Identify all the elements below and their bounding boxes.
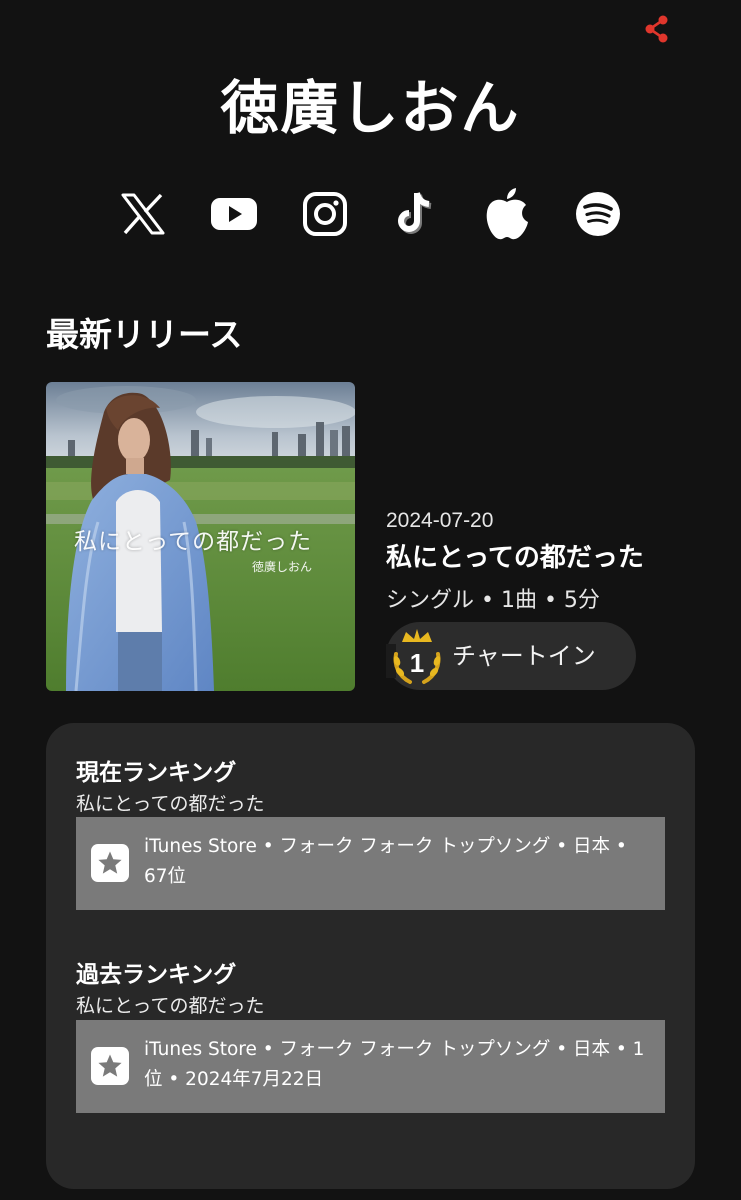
tiktok-icon (398, 192, 432, 234)
crown-laurel-icon: 1 (386, 629, 441, 684)
social-links (0, 186, 741, 242)
share-icon (645, 15, 668, 43)
past-ranking-song: 私にとっての都だった (76, 995, 265, 1017)
latest-release-heading: 最新リリース (46, 315, 243, 354)
chart-in-label: チャートイン (452, 642, 596, 670)
itunes-star-icon (91, 844, 129, 882)
spotify-icon (576, 192, 620, 236)
apple-music-link[interactable] (479, 186, 535, 242)
past-ranking-text: iTunes Store • フォーク フォーク トップソング • 日本 • 1… (144, 1039, 645, 1090)
chart-in-button[interactable]: 1 チャートイン (386, 622, 636, 690)
x-icon (121, 193, 165, 235)
ranking-card: 現在ランキング 私にとっての都だった iTunes Store • フォーク フ… (46, 723, 695, 1189)
tiktok-link[interactable] (388, 186, 444, 242)
artist-name: 徳廣しおん (220, 74, 521, 142)
release-title[interactable]: 私にとっての都だった (386, 540, 644, 576)
release-cover-art[interactable]: 私にとっての都だった 徳廣しおん (46, 382, 355, 691)
past-ranking-heading: 過去ランキング (76, 962, 237, 988)
x-link[interactable] (115, 186, 171, 242)
cover-title-text: 私にとっての都だった (74, 529, 313, 555)
share-button[interactable] (640, 12, 674, 46)
release-date: 2024-07-20 (386, 509, 494, 532)
itunes-star-icon (91, 1047, 129, 1085)
current-ranking-entry[interactable]: iTunes Store • フォーク フォーク トップソング • 日本 • 6… (76, 817, 665, 910)
release-meta: シングル • 1曲 • 5分 (386, 588, 600, 613)
current-ranking-text: iTunes Store • フォーク フォーク トップソング • 日本 • 6… (144, 836, 627, 887)
current-ranking-heading: 現在ランキング (76, 760, 237, 786)
youtube-link[interactable] (206, 186, 262, 242)
instagram-link[interactable] (297, 186, 353, 242)
apple-icon (486, 188, 528, 240)
spotify-link[interactable] (570, 186, 626, 242)
rank-badge-number: 1 (410, 648, 424, 678)
rank-badge: 1 (386, 628, 446, 688)
youtube-icon (211, 198, 257, 230)
current-ranking-song: 私にとっての都だった (76, 793, 265, 815)
cover-artist-text: 徳廣しおん (252, 560, 313, 574)
past-ranking-entry[interactable]: iTunes Store • フォーク フォーク トップソング • 日本 • 1… (76, 1020, 665, 1113)
instagram-icon (303, 192, 347, 236)
